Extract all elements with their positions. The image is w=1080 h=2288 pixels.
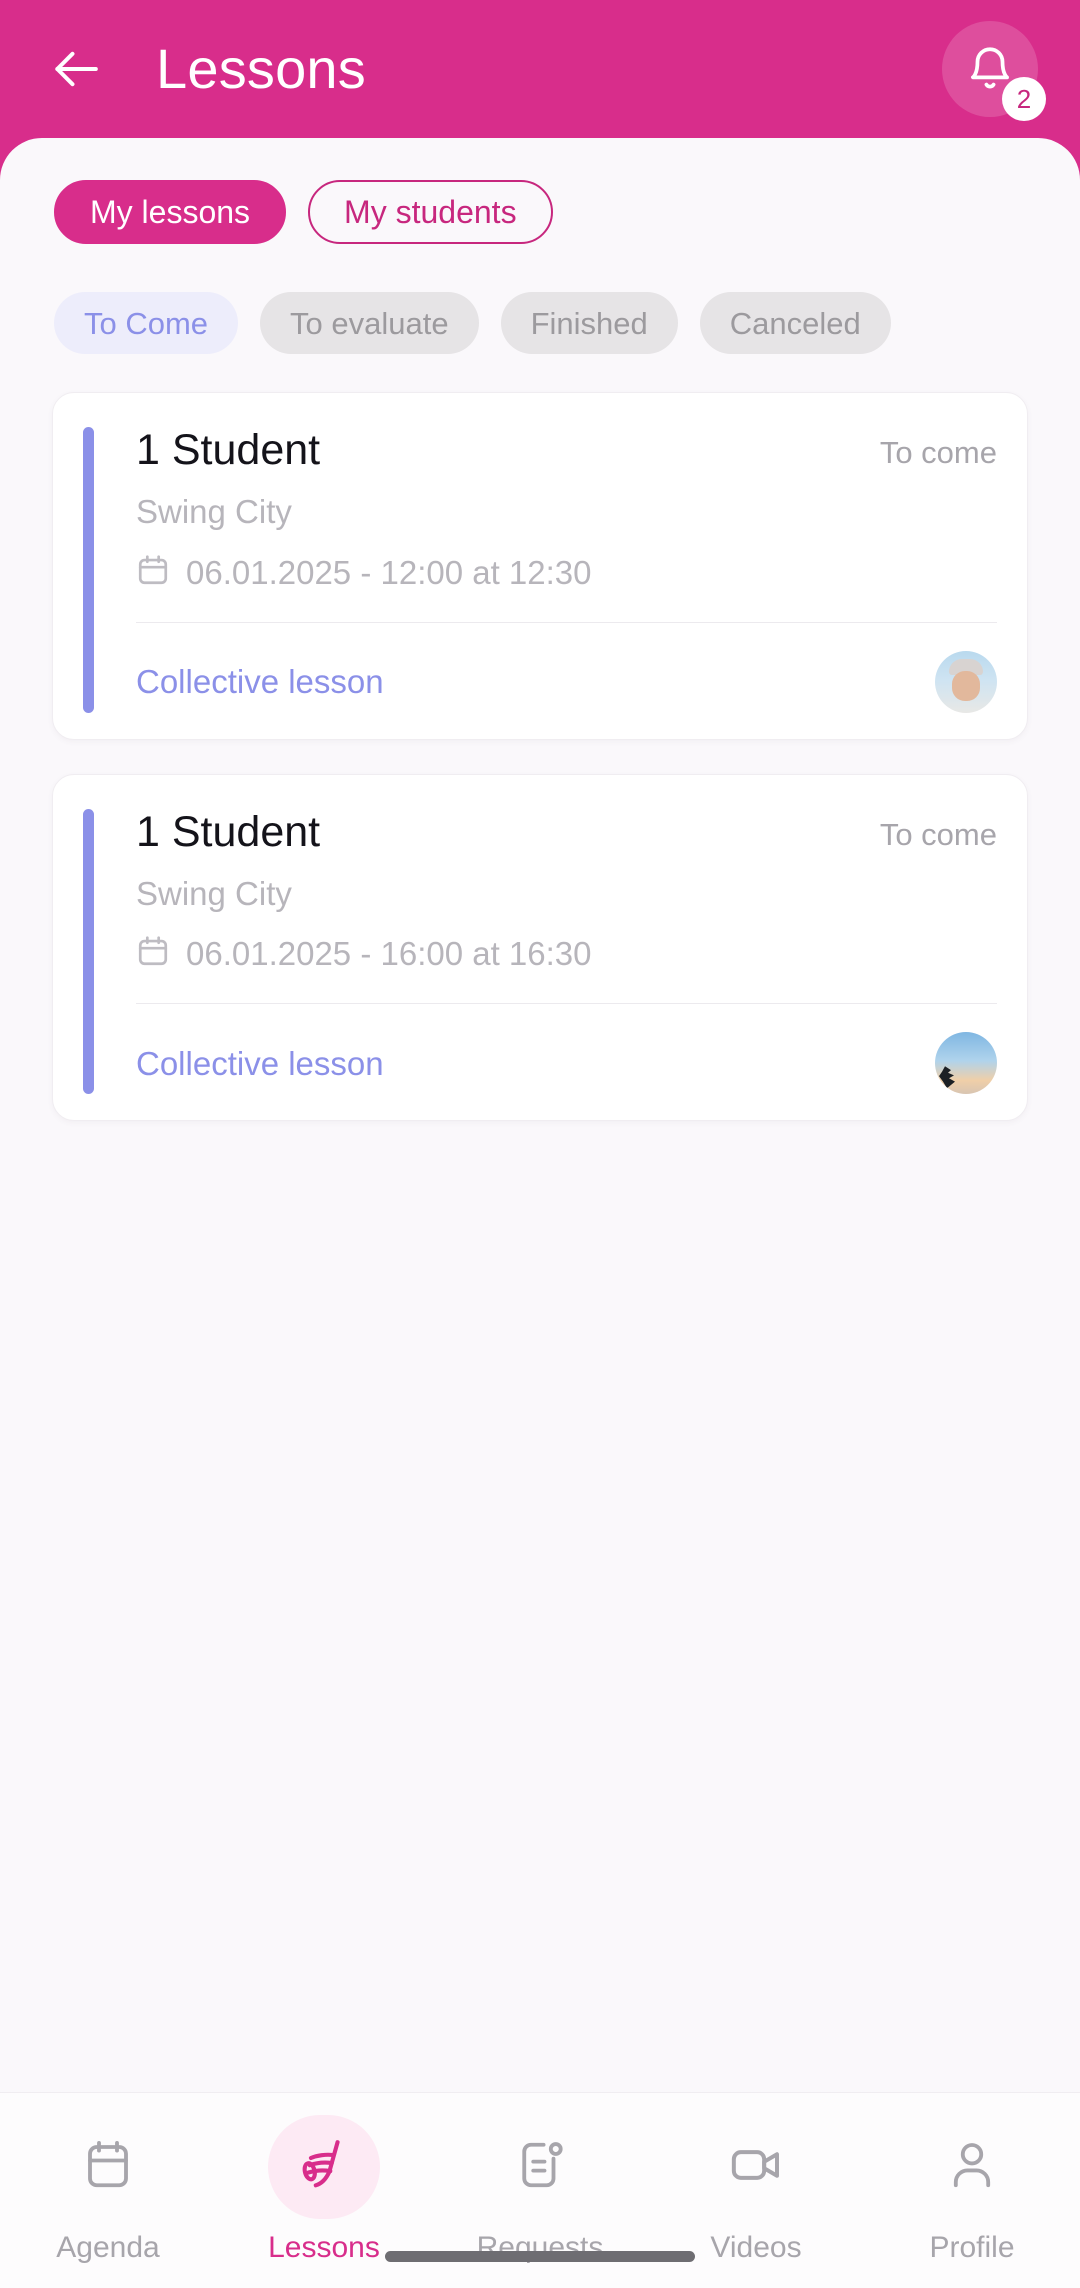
calendar-icon	[81, 2138, 135, 2197]
card-divider	[136, 621, 997, 623]
segment-label: My students	[344, 194, 517, 230]
nav-item-videos[interactable]: Videos	[648, 2115, 864, 2263]
nav-item-requests[interactable]: Requests	[432, 2115, 648, 2263]
segment-label: My lessons	[90, 194, 251, 230]
segmented-control: My lessons My students	[0, 138, 1080, 244]
lesson-date-row: 06.01.2025 - 12:00 at 12:30	[136, 553, 997, 592]
lesson-status: To come	[879, 435, 997, 470]
back-button[interactable]	[34, 27, 118, 111]
filter-chip-canceled[interactable]: Canceled	[699, 292, 891, 354]
lesson-card-header: 1 Student To come	[136, 807, 997, 856]
segment-my-students[interactable]: My students	[308, 180, 553, 244]
lesson-card-footer: Collective lesson	[136, 1032, 997, 1095]
page-title: Lessons	[156, 37, 366, 100]
card-divider	[136, 1003, 997, 1005]
nav-item-profile[interactable]: Profile	[864, 2115, 1080, 2263]
nav-icon-wrap	[700, 2115, 812, 2219]
avatar[interactable]	[935, 650, 997, 713]
lesson-accent-bar	[83, 427, 94, 713]
nav-item-agenda[interactable]: Agenda	[0, 2115, 216, 2263]
lesson-status: To come	[879, 816, 997, 852]
app-screen: Lessons 2 My lessons My students To Come…	[0, 0, 1080, 2288]
document-badge-icon	[513, 2138, 567, 2197]
app-bar: Lessons 2	[0, 0, 1080, 138]
calendar-icon	[136, 934, 170, 973]
avatar[interactable]	[935, 1032, 997, 1095]
filter-chip-label: Canceled	[729, 305, 861, 341]
lesson-place: Swing City	[136, 493, 292, 531]
home-indicator-wrap	[0, 2251, 1080, 2262]
filter-chip-label: To evaluate	[290, 305, 449, 341]
filter-chip-finished[interactable]: Finished	[500, 292, 678, 354]
arrow-left-icon	[48, 41, 104, 97]
filter-chip-to-come[interactable]: To Come	[54, 292, 239, 354]
segment-my-lessons[interactable]: My lessons	[54, 180, 287, 244]
lesson-card-body: 1 Student To come Swing City 06.01.2025 …	[94, 807, 997, 1095]
lesson-card[interactable]: 1 Student To come Swing City 06.01.2025 …	[52, 773, 1028, 1122]
video-camera-icon	[728, 2137, 784, 2198]
lesson-title: 1 Student	[136, 807, 321, 856]
lesson-list: 1 Student To come Swing City 06.01.2025 …	[0, 354, 1080, 2092]
person-icon	[945, 2138, 999, 2197]
lesson-card-body: 1 Student To come Swing City 06.01.2025 …	[94, 426, 997, 713]
lesson-datetime: 06.01.2025 - 16:00 at 16:30	[186, 935, 592, 973]
lesson-card-header: 1 Student To come	[136, 426, 997, 474]
nav-item-lessons[interactable]: Lessons	[216, 2115, 432, 2263]
nav-icon-wrap	[484, 2115, 596, 2219]
content-sheet: My lessons My students To Come To evalua…	[0, 138, 1080, 2288]
lesson-type[interactable]: Collective lesson	[136, 665, 384, 698]
filter-chip-label: Finished	[530, 305, 648, 341]
filter-chip-to-evaluate[interactable]: To evaluate	[260, 292, 479, 354]
home-indicator[interactable]	[385, 2251, 695, 2262]
lesson-card-footer: Collective lesson	[136, 650, 997, 713]
dance-shoe-icon	[295, 2136, 353, 2199]
lesson-date-row: 06.01.2025 - 16:00 at 16:30	[136, 934, 997, 973]
nav-icon-wrap	[916, 2115, 1028, 2219]
notifications-button[interactable]: 2	[942, 21, 1046, 121]
lesson-title: 1 Student	[136, 426, 321, 474]
lesson-type[interactable]: Collective lesson	[136, 1047, 384, 1080]
nav-icon-wrap	[268, 2115, 380, 2219]
lesson-place: Swing City	[136, 874, 292, 912]
notification-badge: 2	[1002, 77, 1046, 121]
lesson-datetime: 06.01.2025 - 12:00 at 12:30	[186, 553, 592, 591]
nav-icon-wrap	[52, 2115, 164, 2219]
lesson-card[interactable]: 1 Student To come Swing City 06.01.2025 …	[52, 392, 1028, 740]
filter-chip-row: To Come To evaluate Finished Canceled	[0, 244, 1080, 354]
filter-chip-label: To Come	[84, 305, 209, 341]
calendar-icon	[136, 553, 170, 592]
lesson-accent-bar	[83, 808, 94, 1095]
